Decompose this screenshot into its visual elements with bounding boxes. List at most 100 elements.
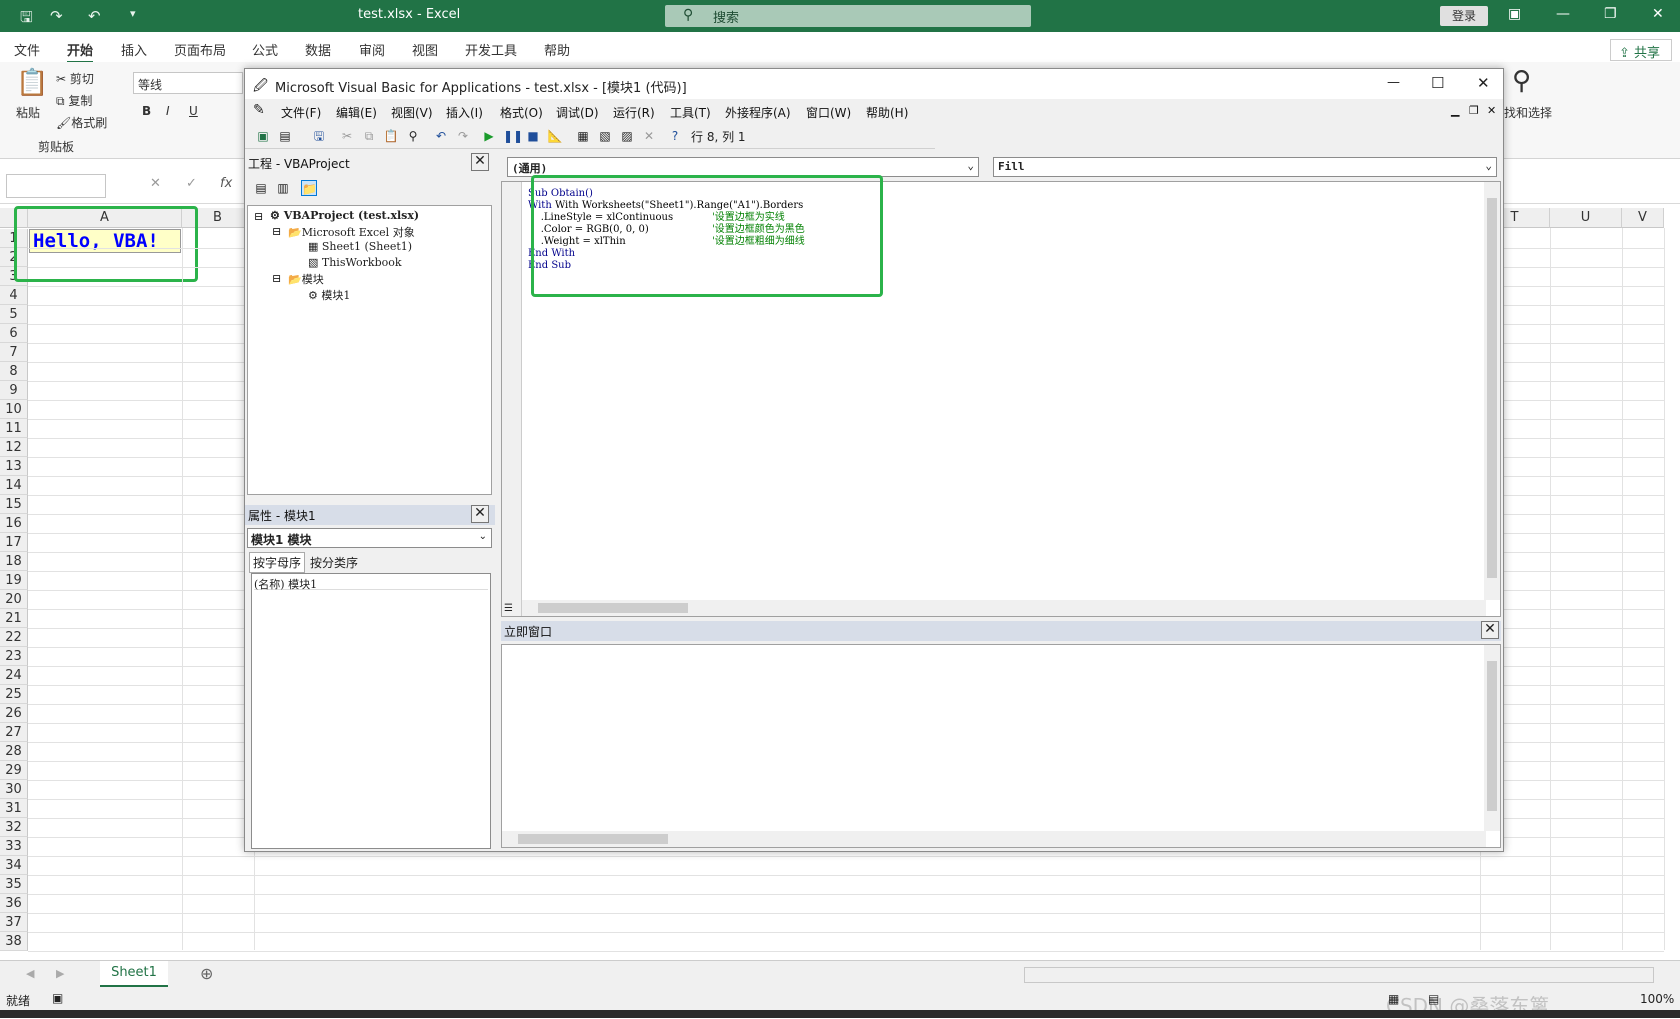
immediate-close-icon[interactable]: ✕ xyxy=(1481,621,1499,639)
redo-code-icon[interactable]: ↷ xyxy=(455,128,471,144)
tree-modules-folder[interactable]: 📂模块 xyxy=(288,271,324,287)
column-header-v[interactable]: V xyxy=(1622,208,1664,228)
menu-edit[interactable]: 编辑(E) xyxy=(336,104,377,121)
tab-categorized[interactable]: 按分类序 xyxy=(307,553,361,572)
properties-object-select[interactable]: 模块1 模块 ⌄ xyxy=(247,528,492,548)
view-code-icon[interactable]: ▤ xyxy=(253,180,269,196)
menu-run[interactable]: 运行(R) xyxy=(613,104,655,121)
row-header[interactable]: 25 xyxy=(0,685,28,704)
row-header[interactable]: 10 xyxy=(0,400,28,419)
tab-file[interactable]: 文件 xyxy=(14,40,40,59)
bold-button[interactable]: B xyxy=(142,104,151,118)
vbe-save-icon[interactable]: 🖫 xyxy=(311,128,327,144)
menu-format[interactable]: 格式(O) xyxy=(500,104,543,121)
tree-expand-icon-modules[interactable]: ⊟ xyxy=(272,272,281,285)
row-header[interactable]: 16 xyxy=(0,514,28,533)
row-header[interactable]: 5 xyxy=(0,305,28,324)
underline-button[interactable]: U xyxy=(189,104,198,118)
row-header[interactable]: 14 xyxy=(0,476,28,495)
copy-button[interactable]: ⧉ 复制 xyxy=(56,92,92,109)
row-header[interactable]: 15 xyxy=(0,495,28,514)
menu-window[interactable]: 窗口(W) xyxy=(806,104,851,121)
row-header[interactable]: 12 xyxy=(0,438,28,457)
scroll-thumb[interactable] xyxy=(1487,198,1497,578)
menu-view[interactable]: 视图(V) xyxy=(391,104,433,121)
row-header[interactable]: 27 xyxy=(0,723,28,742)
procedure-combo[interactable]: Fill ⌄ xyxy=(993,157,1497,177)
row-header[interactable]: 26 xyxy=(0,704,28,723)
cut-icon[interactable]: ✂ xyxy=(339,128,355,144)
minimize-icon[interactable]: — xyxy=(1556,6,1570,22)
insert-function-button[interactable]: fx xyxy=(220,176,232,191)
row-header[interactable]: 33 xyxy=(0,837,28,856)
copy-code-icon[interactable]: ⧉ xyxy=(361,128,377,144)
row-header[interactable]: 8 xyxy=(0,362,28,381)
immediate-vertical-scrollbar[interactable] xyxy=(1484,645,1500,831)
view-object-icon[interactable]: ▥ xyxy=(275,180,291,196)
scroll-thumb[interactable] xyxy=(538,603,688,613)
tree-module1[interactable]: ⚙ 模块1 xyxy=(308,287,350,303)
next-sheet-icon[interactable]: ▶ xyxy=(56,967,64,980)
toolbox-icon[interactable]: ✕ xyxy=(641,128,657,144)
row-header[interactable]: 34 xyxy=(0,856,28,875)
tree-excel-objects[interactable]: 📂Microsoft Excel 对象 xyxy=(288,224,415,240)
child-restore-icon[interactable]: ❐ xyxy=(1469,104,1479,117)
toggle-folders-icon[interactable]: 📁 xyxy=(301,180,317,196)
tab-data[interactable]: 数据 xyxy=(305,40,331,59)
code-vertical-scrollbar[interactable] xyxy=(1484,182,1500,600)
undo-icon[interactable]: ↶ xyxy=(88,7,101,25)
tab-developer[interactable]: 开发工具 xyxy=(465,40,517,59)
italic-button[interactable]: I xyxy=(166,104,170,118)
vbe-maximize-icon[interactable]: ☐ xyxy=(1431,74,1444,92)
row-header[interactable]: 24 xyxy=(0,666,28,685)
row-header[interactable]: 35 xyxy=(0,875,28,894)
zoom-level[interactable]: 100% xyxy=(1640,992,1674,1006)
row-header[interactable]: 4 xyxy=(0,286,28,305)
page-layout-view-icon[interactable]: ▤ xyxy=(1428,992,1439,1006)
cut-button[interactable]: ✂ 剪切 xyxy=(56,70,94,87)
scroll-thumb[interactable] xyxy=(1487,661,1497,811)
row-header[interactable]: 6 xyxy=(0,324,28,343)
row-header[interactable]: 32 xyxy=(0,818,28,837)
tab-alphabetic[interactable]: 按字母序 xyxy=(249,552,306,573)
row-header[interactable]: 36 xyxy=(0,894,28,913)
immediate-horizontal-scrollbar[interactable] xyxy=(502,831,1486,847)
font-name-box[interactable]: 等线 xyxy=(133,72,243,94)
tree-root-vbaproject[interactable]: ⚙ VBAProject (test.xlsx) xyxy=(270,209,419,222)
name-box[interactable] xyxy=(6,174,106,198)
tab-help[interactable]: 帮助 xyxy=(544,40,570,59)
close-icon[interactable]: ✕ xyxy=(1652,6,1664,22)
sheet-tab-sheet1[interactable]: Sheet1 xyxy=(100,961,168,987)
save-icon[interactable]: 🖫 xyxy=(20,7,33,32)
macro-record-icon[interactable]: ▣ xyxy=(52,991,63,1005)
login-button[interactable]: 登录 xyxy=(1440,6,1488,26)
row-header[interactable]: 13 xyxy=(0,457,28,476)
scroll-thumb[interactable] xyxy=(518,834,668,844)
row-header[interactable]: 17 xyxy=(0,533,28,552)
tree-sheet1[interactable]: ▦ Sheet1 (Sheet1) xyxy=(308,240,412,253)
paste-code-icon[interactable]: 📋 xyxy=(383,128,399,144)
menu-insert[interactable]: 插入(I) xyxy=(446,104,483,121)
tab-formulas[interactable]: 公式 xyxy=(252,40,278,59)
row-header[interactable]: 18 xyxy=(0,552,28,571)
restore-icon[interactable]: ❐ xyxy=(1604,6,1617,22)
tree-expand-icon[interactable]: ⊟ xyxy=(254,210,263,223)
cancel-icon[interactable]: ✕ xyxy=(150,176,161,191)
share-button[interactable]: ⇪ 共享 xyxy=(1610,39,1672,61)
tab-view[interactable]: 视图 xyxy=(412,40,438,59)
tab-page-layout[interactable]: 页面布局 xyxy=(174,40,226,59)
row-header[interactable]: 22 xyxy=(0,628,28,647)
ribbon-display-icon[interactable]: ▣ xyxy=(1508,6,1521,22)
vbe-close-icon[interactable]: ✕ xyxy=(1477,74,1490,92)
tab-insert[interactable]: 插入 xyxy=(121,40,147,59)
row-header[interactable]: 23 xyxy=(0,647,28,666)
paste-button[interactable]: 粘贴 xyxy=(16,104,40,121)
column-header-u[interactable]: U xyxy=(1550,208,1622,228)
project-explorer-icon[interactable]: ▦ xyxy=(575,128,591,144)
reset-icon[interactable]: ■ xyxy=(525,128,541,144)
row-header[interactable]: 9 xyxy=(0,381,28,400)
find-code-icon[interactable]: ⚲ xyxy=(405,128,421,144)
row-header[interactable]: 29 xyxy=(0,761,28,780)
sheet-horizontal-scrollbar[interactable] xyxy=(1024,967,1654,983)
search-box[interactable]: ⚲ 搜索 xyxy=(665,5,1031,27)
